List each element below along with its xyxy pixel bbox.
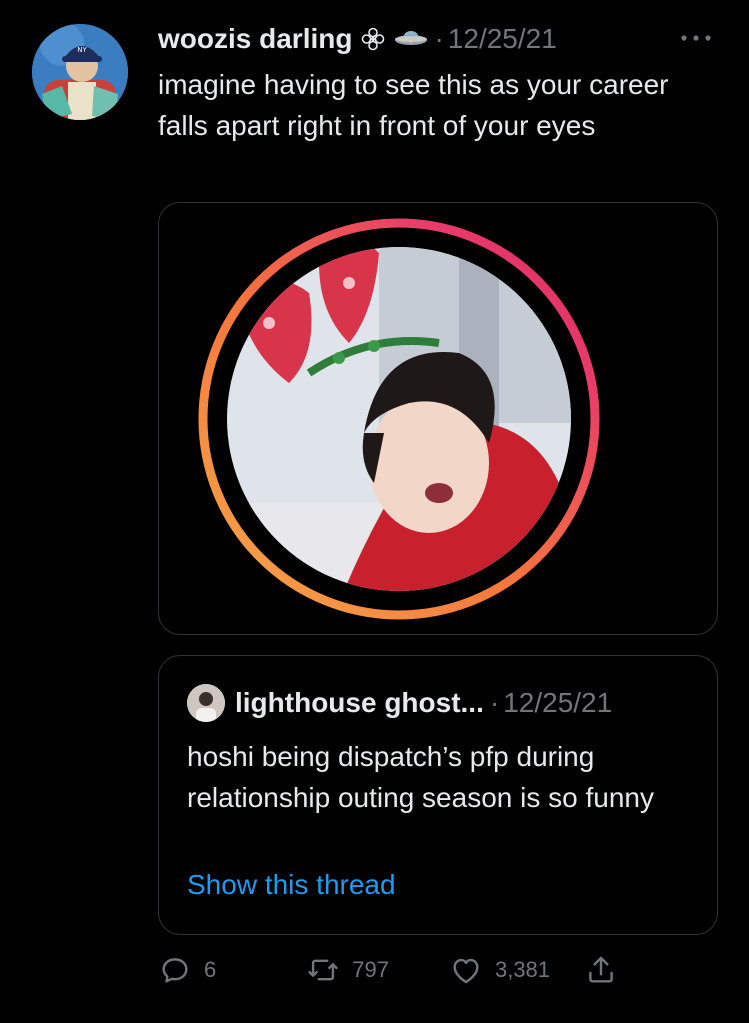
more-icon[interactable] xyxy=(676,28,716,48)
reply-icon xyxy=(162,958,188,983)
retweet-button[interactable]: 797 xyxy=(306,953,389,987)
retweet-count: 797 xyxy=(352,957,389,982)
tweet-media[interactable] xyxy=(158,202,718,635)
quoted-tweet-text: hoshi being dispatch’s pfp during relati… xyxy=(187,741,654,813)
header-separator: · xyxy=(434,23,444,54)
ufo-icon xyxy=(394,27,428,51)
retweet-icon xyxy=(308,959,338,981)
quoted-tweet-header: lighthouse ghost... · 12/25/21 xyxy=(187,684,612,722)
story-ring-photo xyxy=(198,218,600,620)
quoted-author-name[interactable]: lighthouse ghost... xyxy=(235,687,484,719)
share-icon xyxy=(589,956,613,983)
quoted-tweet-date[interactable]: 12/25/21 xyxy=(503,687,612,719)
tweet-header: woozis darling · 12/25/21 xyxy=(158,20,557,58)
svg-text:NY: NY xyxy=(77,46,87,54)
reply-button[interactable]: 6 xyxy=(158,953,216,987)
like-button[interactable]: 3,381 xyxy=(449,953,550,987)
quoted-header-separator: · xyxy=(489,687,500,718)
tweet-text: imagine having to see this as your caree… xyxy=(158,69,669,141)
quoted-tweet[interactable]: lighthouse ghost... · 12/25/21 hoshi bei… xyxy=(158,655,718,935)
like-count: 3,381 xyxy=(494,957,551,982)
author-name[interactable]: woozis darling xyxy=(158,23,352,55)
quoted-author-avatar[interactable] xyxy=(187,684,225,722)
author-avatar[interactable]: NY xyxy=(32,24,128,120)
tweet-date[interactable]: 12/25/21 xyxy=(448,23,557,55)
show-thread-link[interactable]: Show this thread xyxy=(187,869,396,901)
share-button[interactable] xyxy=(584,953,618,987)
heart-icon xyxy=(453,958,479,984)
reply-count: 6 xyxy=(204,957,217,982)
flower-icon xyxy=(360,26,386,52)
tweet-actions: 6 797 3,381 xyxy=(158,950,618,990)
tweet: NY woozis darling · 12/25/21 imagine hav… xyxy=(0,0,749,1023)
